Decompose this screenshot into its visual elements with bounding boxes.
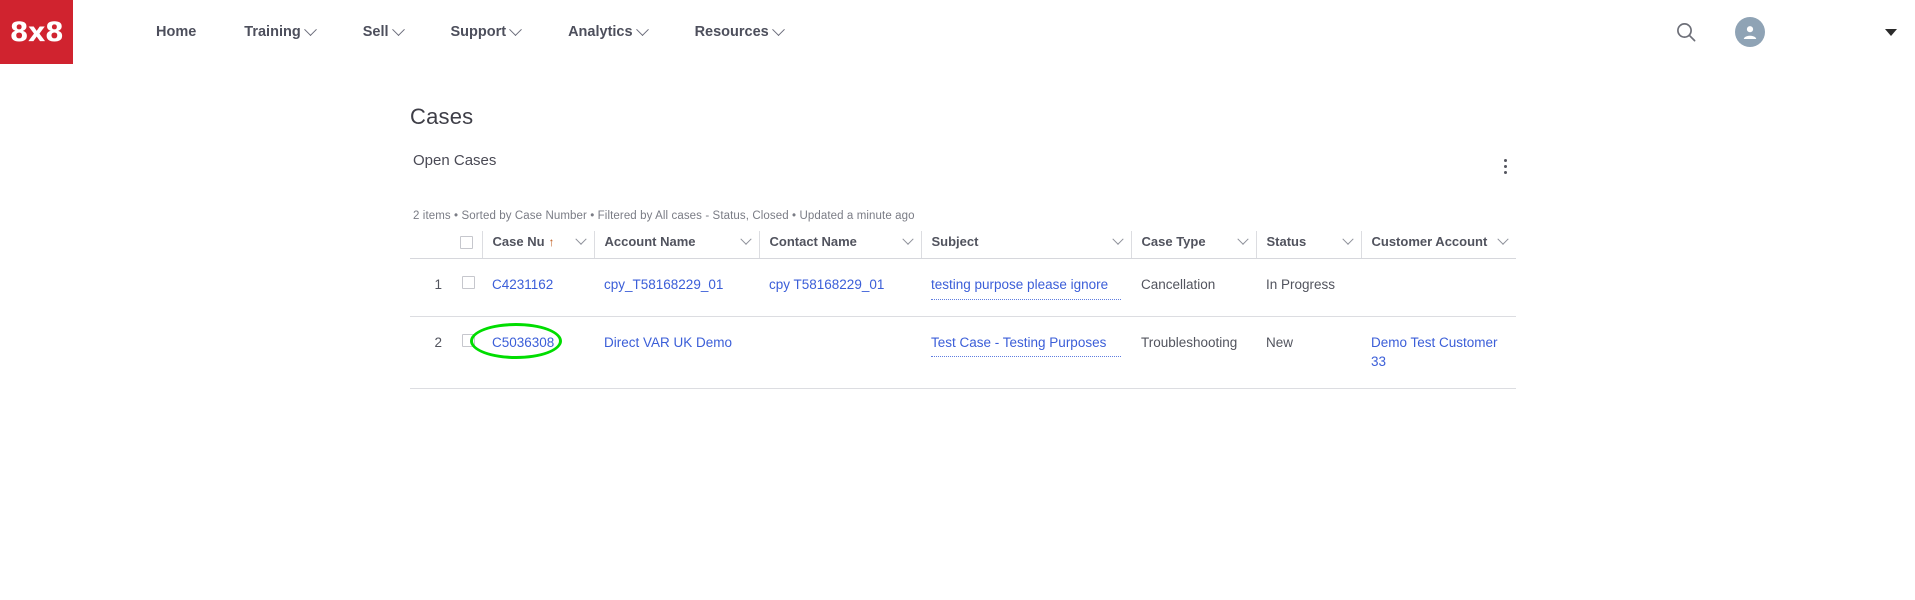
brand-logo[interactable]: 8x8 bbox=[0, 0, 73, 64]
column-header-label: Contact Name bbox=[769, 234, 857, 249]
sort-ascending-icon: ↑ bbox=[548, 234, 555, 249]
column-header-label: Case Nu bbox=[492, 234, 545, 249]
row-checkbox[interactable] bbox=[462, 333, 475, 347]
case-number-link[interactable]: C5036308 bbox=[492, 335, 554, 350]
brand-logo-text: 8x8 bbox=[9, 16, 64, 48]
kebab-dot bbox=[1503, 170, 1507, 174]
nav-item-resources[interactable]: Resources bbox=[671, 22, 807, 40]
subject-link[interactable]: Test Case - Testing Purposes bbox=[931, 333, 1121, 358]
column-header-contact-name[interactable]: Contact Name bbox=[758, 231, 921, 259]
header-row-number bbox=[410, 231, 452, 259]
user-avatar-icon[interactable] bbox=[1735, 17, 1765, 47]
cell-contact-name: cpy T58168229_01 bbox=[759, 258, 921, 317]
cell-status: In Progress bbox=[1256, 258, 1361, 317]
cell-account-name: cpy_T58168229_01 bbox=[594, 258, 759, 317]
nav-item-home[interactable]: Home bbox=[132, 24, 220, 40]
cell-case-number: C4231162 bbox=[482, 258, 594, 317]
kebab-dot bbox=[1503, 158, 1507, 162]
chevron-down-icon[interactable] bbox=[1341, 233, 1354, 245]
table-row[interactable]: 2 C5036308 Direct VAR UK Demo Test Case … bbox=[410, 316, 1516, 389]
top-navigation-bar: 8x8 Home Training Sell Support Analytics… bbox=[0, 0, 1915, 64]
column-header-status[interactable]: Status bbox=[1255, 231, 1361, 259]
chevron-down-icon bbox=[391, 22, 405, 36]
column-header-label: Subject bbox=[931, 234, 979, 249]
chevron-down-icon bbox=[509, 22, 522, 36]
account-name-link[interactable]: Direct VAR UK Demo bbox=[604, 335, 732, 350]
cell-account-name: Direct VAR UK Demo bbox=[594, 316, 759, 389]
cell-customer-account: Demo Test Customer 33 bbox=[1361, 316, 1516, 389]
chevron-down-icon[interactable] bbox=[1236, 233, 1249, 245]
list-view-header: Open Cases bbox=[410, 152, 1516, 186]
kebab-dot bbox=[1503, 164, 1507, 168]
chevron-down-icon[interactable] bbox=[1497, 233, 1509, 245]
column-header-case-number[interactable]: Case Nu ↑ bbox=[481, 231, 594, 259]
nav-item-label: Home bbox=[156, 24, 197, 40]
case-number-link[interactable]: C4231162 bbox=[492, 277, 553, 292]
row-checkbox[interactable] bbox=[462, 276, 475, 289]
chevron-down-icon[interactable] bbox=[1885, 28, 1897, 36]
column-header-label: Customer Account bbox=[1371, 234, 1488, 249]
contact-name-link[interactable]: cpy T58168229_01 bbox=[769, 277, 884, 292]
row-number: 2 bbox=[410, 316, 452, 389]
list-meta-info: 2 items • Sorted by Case Number • Filter… bbox=[413, 210, 915, 222]
row-select-cell bbox=[452, 316, 482, 389]
nav-item-label: Training bbox=[244, 24, 301, 40]
cell-status: New bbox=[1256, 316, 1361, 389]
nav-item-sell[interactable]: Sell bbox=[339, 22, 427, 40]
column-header-label: Status bbox=[1266, 234, 1307, 249]
chevron-down-icon bbox=[303, 22, 317, 36]
chevron-down-icon[interactable] bbox=[739, 233, 752, 245]
cell-subject: testing purpose please ignore bbox=[921, 258, 1131, 317]
column-header-case-type[interactable]: Case Type bbox=[1130, 231, 1256, 259]
chevron-down-icon bbox=[771, 22, 785, 36]
column-header-label: Account Name bbox=[604, 234, 696, 249]
main-nav: Home Training Sell Support Analytics Res… bbox=[132, 0, 807, 64]
column-header-label: Case Type bbox=[1141, 234, 1206, 249]
nav-item-support[interactable]: Support bbox=[427, 22, 545, 40]
table-header-row: Case Nu ↑ Account Name Contact Name Subj… bbox=[410, 231, 1516, 259]
nav-item-training[interactable]: Training bbox=[220, 22, 338, 40]
select-all-checkbox[interactable] bbox=[460, 236, 474, 249]
customer-account-link[interactable]: Demo Test Customer 33 bbox=[1371, 335, 1498, 370]
cell-case-number: C5036308 bbox=[470, 316, 594, 389]
top-bar-actions bbox=[1675, 0, 1915, 64]
column-header-customer-account[interactable]: Customer Account bbox=[1360, 231, 1516, 259]
row-number: 1 bbox=[410, 258, 452, 317]
search-icon[interactable] bbox=[1675, 21, 1697, 43]
row-select-cell bbox=[452, 258, 482, 317]
cell-case-type: Cancellation bbox=[1131, 258, 1256, 317]
chevron-down-icon[interactable] bbox=[901, 233, 914, 245]
cell-subject: Test Case - Testing Purposes bbox=[921, 316, 1131, 389]
nav-item-label: Analytics bbox=[568, 24, 633, 40]
cases-page-content: Cases Open Cases 2 items • Sorted by Cas… bbox=[0, 64, 1915, 389]
chevron-down-icon[interactable] bbox=[574, 233, 587, 245]
more-options-icon[interactable] bbox=[1494, 152, 1516, 180]
subject-link[interactable]: testing purpose please ignore bbox=[931, 275, 1121, 300]
header-select-all bbox=[452, 231, 482, 259]
nav-item-label: Sell bbox=[362, 24, 389, 40]
column-header-account-name[interactable]: Account Name bbox=[593, 231, 759, 259]
nav-item-label: Resources bbox=[694, 24, 769, 40]
chevron-down-icon[interactable] bbox=[1111, 233, 1124, 245]
list-view-name[interactable]: Open Cases bbox=[410, 152, 1516, 169]
account-name-link[interactable]: cpy_T58168229_01 bbox=[604, 277, 723, 292]
nav-item-analytics[interactable]: Analytics bbox=[544, 22, 670, 40]
table-row[interactable]: 1 C4231162 cpy_T58168229_01 cpy T5816822… bbox=[410, 258, 1516, 317]
cases-table: Case Nu ↑ Account Name Contact Name Subj… bbox=[410, 231, 1516, 389]
cell-contact-name bbox=[759, 316, 921, 389]
cell-case-type: Troubleshooting bbox=[1131, 316, 1256, 389]
column-header-subject[interactable]: Subject bbox=[920, 231, 1131, 259]
page-title: Cases bbox=[410, 104, 474, 129]
nav-item-label: Support bbox=[450, 24, 507, 40]
chevron-down-icon bbox=[635, 22, 649, 36]
cell-customer-account bbox=[1361, 258, 1516, 317]
